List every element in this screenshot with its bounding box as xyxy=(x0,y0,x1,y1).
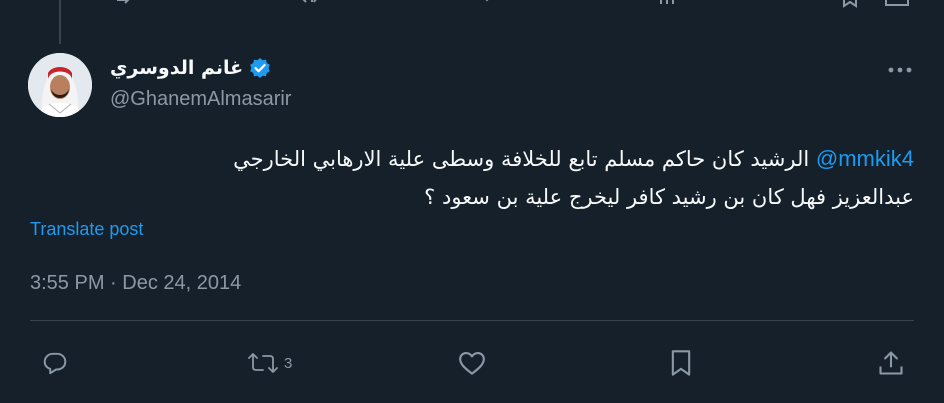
author-handle[interactable]: @GhanemAlmasarir xyxy=(110,88,291,111)
previous-tweet-action-bar xyxy=(0,0,944,44)
bookmark-button[interactable] xyxy=(669,348,693,378)
share-icon xyxy=(879,351,903,375)
previous-views-icon[interactable] xyxy=(298,0,322,6)
retweet-count: 3 xyxy=(284,354,293,372)
more-options-button[interactable] xyxy=(882,58,918,82)
tweet-text: @mmkik4 الرشيد كان حاكم مسلم تابع للخلاف… xyxy=(30,140,914,216)
previous-chevron-icon[interactable] xyxy=(477,0,497,6)
retweet-icon xyxy=(248,353,278,373)
mention-link[interactable]: @mmkik4 xyxy=(816,146,914,171)
like-button[interactable] xyxy=(457,348,487,378)
tweet-text-line-2: عبدالعزيز فهل كان بن رشيد كافر ليخرج علي… xyxy=(424,185,914,209)
retweet-button[interactable]: 3 xyxy=(246,348,292,378)
translate-post-link[interactable]: Translate post xyxy=(30,219,143,240)
more-horizontal-icon xyxy=(888,67,912,73)
author-name-row[interactable]: غانم الدوسري xyxy=(110,57,271,79)
thread-connector-line xyxy=(59,0,61,44)
reply-icon xyxy=(43,352,67,375)
reply-button[interactable] xyxy=(42,348,68,378)
verified-badge-icon[interactable] xyxy=(249,57,271,79)
share-button[interactable] xyxy=(877,348,905,378)
previous-bookmark-icon[interactable] xyxy=(840,0,860,8)
previous-stats-icon[interactable] xyxy=(657,0,677,6)
tweet-text-line-1: @mmkik4 الرشيد كان حاكم مسلم تابع للخلاف… xyxy=(30,140,914,178)
tweet-text-part-1: الرشيد كان حاكم مسلم تابع للخلافة وسطى ع… xyxy=(233,147,810,171)
avatar-image xyxy=(28,53,92,117)
avatar[interactable] xyxy=(28,53,92,117)
previous-share-icon[interactable] xyxy=(882,0,912,8)
divider xyxy=(30,320,914,321)
bookmark-icon xyxy=(671,350,691,376)
previous-retweet-icon[interactable] xyxy=(115,0,137,6)
post-timestamp[interactable]: 3:55 PM · Dec 24, 2014 xyxy=(30,272,241,295)
display-name[interactable]: غانم الدوسري xyxy=(110,57,243,79)
heart-icon xyxy=(459,352,485,375)
